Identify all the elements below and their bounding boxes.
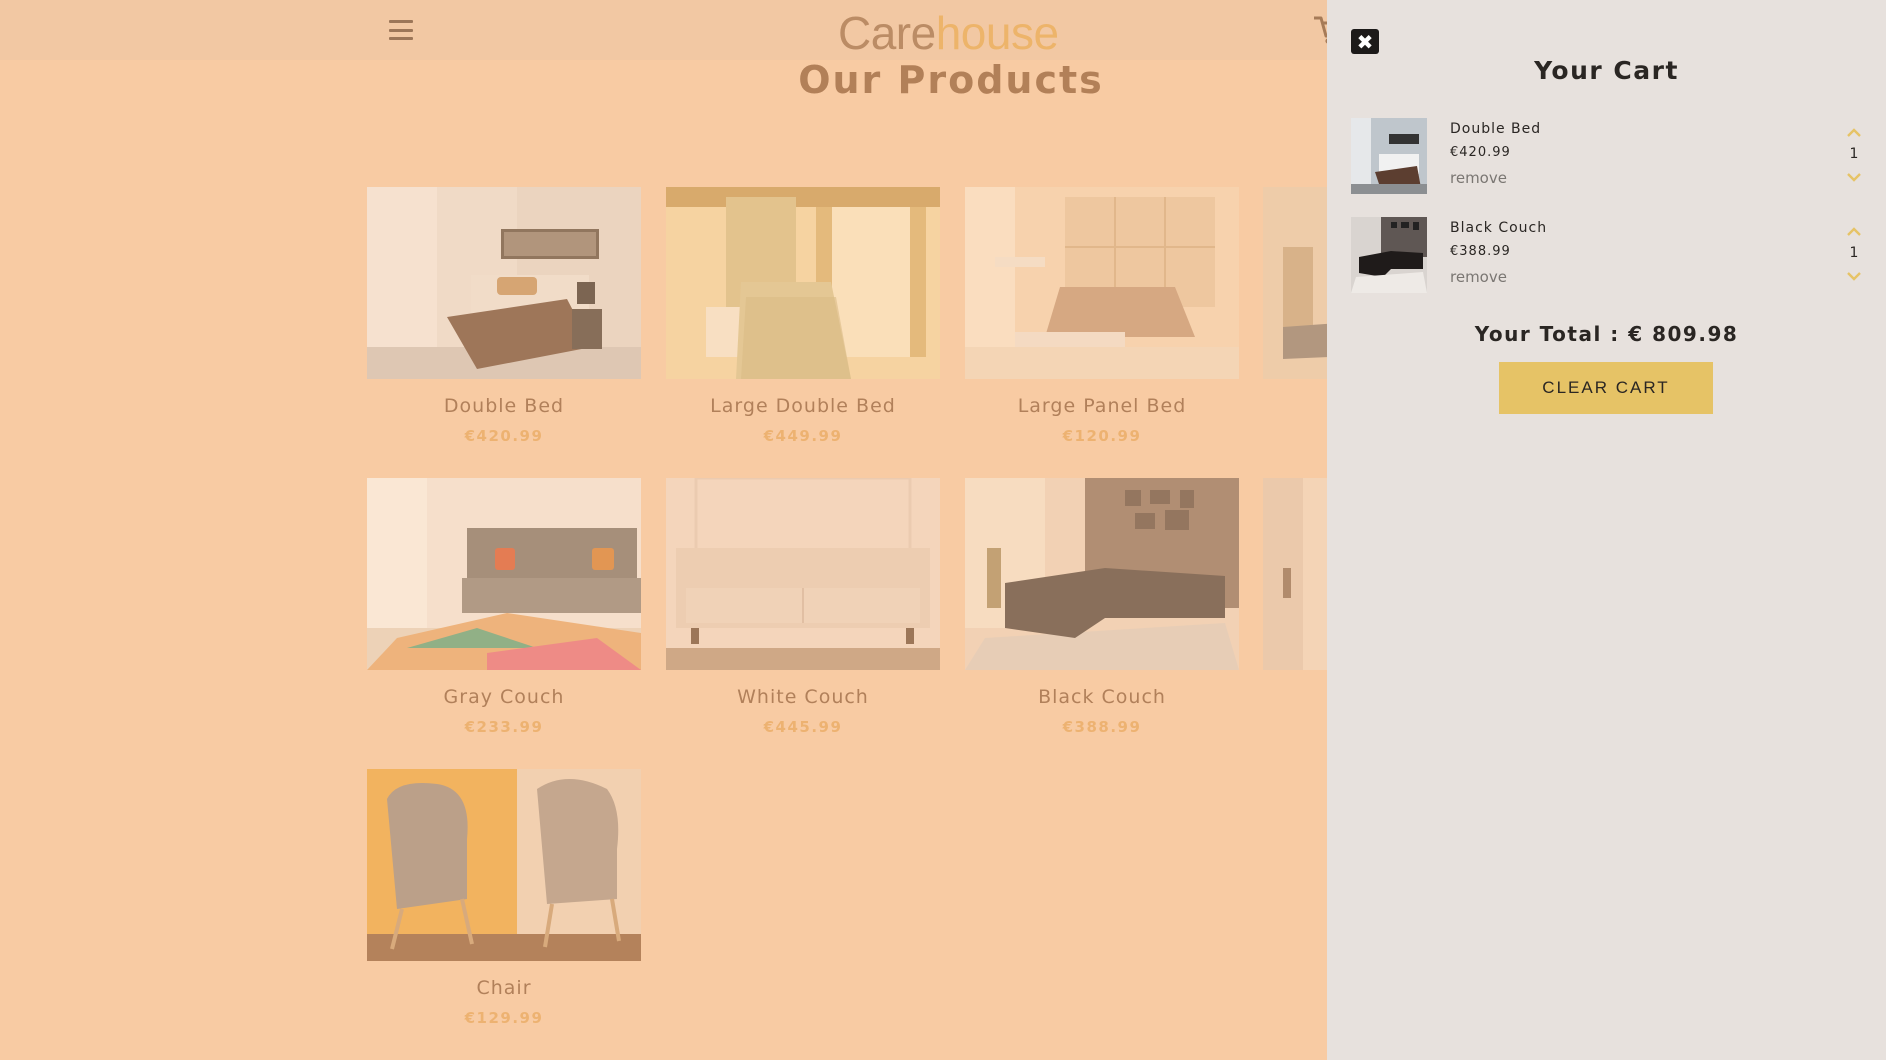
product-card[interactable]: Gray Couch €233.99 [367, 478, 641, 736]
product-image-double-bed[interactable] [367, 187, 641, 379]
cart-item-price: €420.99 [1450, 145, 1511, 160]
product-price: €120.99 [1062, 427, 1142, 445]
product-image-large-double-bed[interactable] [666, 187, 940, 379]
product-name: Gray Couch [443, 686, 565, 708]
cart-total: Your Total : € 809.98 [1474, 322, 1739, 346]
product-image-large-panel-bed[interactable] [965, 187, 1239, 379]
cart-item-name: Double Bed [1450, 121, 1542, 137]
remove-item-button[interactable]: remove [1450, 268, 1507, 286]
product-card[interactable]: Large Panel Bed €120.99 [965, 187, 1239, 445]
chevron-up-icon[interactable] [1847, 227, 1861, 237]
product-price: €233.99 [464, 718, 544, 736]
product-name: Large Panel Bed [1017, 395, 1187, 417]
product-card[interactable]: White Couch €445.99 [666, 478, 940, 736]
cart-item-image [1351, 217, 1427, 293]
product-price: €129.99 [464, 1009, 544, 1027]
chevron-up-icon[interactable] [1847, 128, 1861, 138]
cart-item-price: €388.99 [1450, 244, 1511, 259]
cart-title: Your Cart [1534, 56, 1679, 85]
chevron-down-icon[interactable] [1847, 271, 1861, 281]
remove-item-button[interactable]: remove [1450, 169, 1507, 187]
quantity-stepper: 1 [1842, 128, 1866, 186]
product-name: Chair [476, 977, 532, 999]
item-quantity: 1 [1849, 146, 1859, 162]
product-name: Large Double Bed [710, 395, 896, 417]
product-name: Black Couch [1038, 686, 1166, 708]
product-image-chair[interactable] [367, 769, 641, 961]
cart-item-name: Black Couch [1450, 220, 1548, 236]
quantity-stepper: 1 [1842, 227, 1866, 285]
product-name: White Couch [737, 686, 869, 708]
product-card[interactable]: Double Bed €420.99 [367, 187, 641, 445]
product-price: €445.99 [763, 718, 843, 736]
product-card[interactable]: Black Couch €388.99 [965, 478, 1239, 736]
cart-item: Black Couch €388.99 remove 1 [1351, 217, 1866, 293]
item-quantity: 1 [1849, 245, 1859, 261]
hamburger-menu-icon[interactable] [386, 16, 416, 44]
chevron-down-icon[interactable] [1847, 172, 1861, 182]
cart-item: Double Bed €420.99 remove 1 [1351, 118, 1866, 194]
product-card[interactable]: Large Double Bed €449.99 [666, 187, 940, 445]
product-price: €449.99 [763, 427, 843, 445]
product-image-gray-couch[interactable] [367, 478, 641, 670]
cart-item-image [1351, 118, 1427, 194]
cart-panel: ✖ Your Cart Double Bed €420.99 remove 1 [1327, 0, 1886, 1060]
product-card[interactable]: Chair €129.99 [367, 769, 641, 1027]
close-icon[interactable]: ✖ [1351, 29, 1379, 54]
product-name: Double Bed [443, 395, 565, 417]
logo[interactable]: Carehouse [838, 6, 1059, 60]
product-price: €388.99 [1062, 718, 1142, 736]
product-image-black-couch[interactable] [965, 478, 1239, 670]
product-image-white-couch[interactable] [666, 478, 940, 670]
logo-care: Care [838, 7, 936, 59]
clear-cart-button[interactable]: CLEAR CART [1499, 362, 1713, 414]
logo-house: house [935, 7, 1059, 59]
product-price: €420.99 [464, 427, 544, 445]
